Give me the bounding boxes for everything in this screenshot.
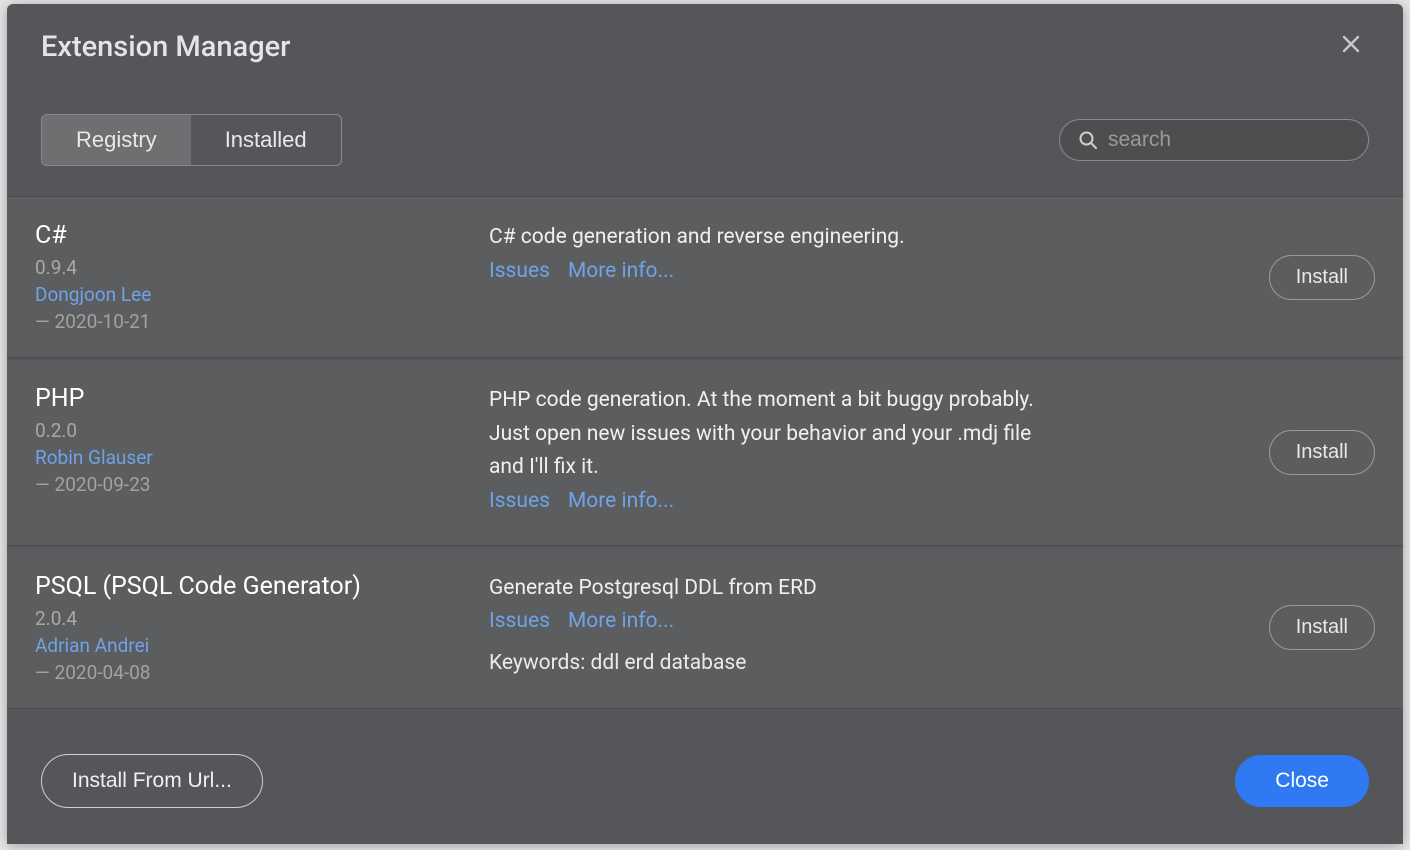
- more-info-link[interactable]: More info...: [568, 259, 674, 283]
- ext-name: PHP: [35, 384, 465, 413]
- ext-meta: C# 0.9.4 Dongjoon Lee — 2020-10-21: [35, 221, 465, 333]
- ext-date: — 2020-04-08: [35, 661, 465, 684]
- ext-actions: Install: [1225, 221, 1375, 333]
- ext-links: Issues More info...: [489, 489, 1201, 513]
- list-item: PHP 0.2.0 Robin Glauser — 2020-09-23 PHP…: [7, 360, 1403, 546]
- ext-version: 0.2.0: [35, 419, 465, 442]
- ext-actions: Install: [1225, 384, 1375, 521]
- ext-author-link[interactable]: Robin Glauser: [35, 446, 465, 469]
- issues-link[interactable]: Issues: [489, 259, 550, 283]
- ext-body: C# code generation and reverse engineeri…: [489, 221, 1201, 333]
- ext-links: Issues More info...: [489, 259, 1201, 283]
- search-input[interactable]: [1108, 128, 1379, 152]
- toolbar: Registry Installed: [7, 64, 1403, 196]
- ext-meta: PSQL (PSQL Code Generator) 2.0.4 Adrian …: [35, 572, 465, 684]
- list-item: C# 0.9.4 Dongjoon Lee — 2020-10-21 C# co…: [7, 197, 1403, 358]
- ext-author-link[interactable]: Dongjoon Lee: [35, 283, 465, 306]
- ext-name: PSQL (PSQL Code Generator): [35, 572, 465, 601]
- ext-body: PHP code generation. At the moment a bit…: [489, 384, 1201, 521]
- ext-author-link[interactable]: Adrian Andrei: [35, 634, 465, 657]
- ext-date: — 2020-09-23: [35, 473, 465, 496]
- search-box[interactable]: [1059, 119, 1369, 161]
- close-icon[interactable]: [1333, 30, 1369, 62]
- ext-actions: Install: [1225, 572, 1375, 684]
- ext-description: PHP code generation. At the moment a bit…: [489, 384, 1059, 485]
- issues-link[interactable]: Issues: [489, 489, 550, 513]
- ext-meta: PHP 0.2.0 Robin Glauser — 2020-09-23: [35, 384, 465, 521]
- issues-link[interactable]: Issues: [489, 609, 550, 633]
- install-from-url-button[interactable]: Install From Url...: [41, 754, 263, 808]
- tab-registry[interactable]: Registry: [42, 115, 191, 165]
- install-button[interactable]: Install: [1269, 605, 1375, 650]
- ext-description: Generate Postgresql DDL from ERD: [489, 572, 1059, 606]
- dialog-header: Extension Manager: [7, 4, 1403, 64]
- dialog-footer: Install From Url... Close: [7, 726, 1403, 844]
- ext-description: C# code generation and reverse engineeri…: [489, 221, 1059, 255]
- extension-manager-dialog: Extension Manager Registry Installed C# …: [7, 4, 1403, 844]
- list-item: PSQL (PSQL Code Generator) 2.0.4 Adrian …: [7, 548, 1403, 709]
- ext-date: — 2020-10-21: [35, 310, 465, 333]
- ext-links: Issues More info...: [489, 609, 1201, 633]
- install-button[interactable]: Install: [1269, 255, 1375, 300]
- extension-list[interactable]: C# 0.9.4 Dongjoon Lee — 2020-10-21 C# co…: [7, 196, 1403, 726]
- tab-installed[interactable]: Installed: [191, 115, 341, 165]
- ext-keywords: Keywords: ddl erd database: [489, 651, 1201, 675]
- search-icon: [1078, 130, 1098, 150]
- close-button[interactable]: Close: [1235, 755, 1369, 807]
- ext-version: 2.0.4: [35, 607, 465, 630]
- more-info-link[interactable]: More info...: [568, 489, 674, 513]
- tabs: Registry Installed: [41, 114, 342, 166]
- ext-name: C#: [35, 221, 465, 250]
- dialog-title: Extension Manager: [41, 30, 290, 64]
- ext-body: Generate Postgresql DDL from ERD Issues …: [489, 572, 1201, 684]
- ext-version: 0.9.4: [35, 256, 465, 279]
- more-info-link[interactable]: More info...: [568, 609, 674, 633]
- install-button[interactable]: Install: [1269, 430, 1375, 475]
